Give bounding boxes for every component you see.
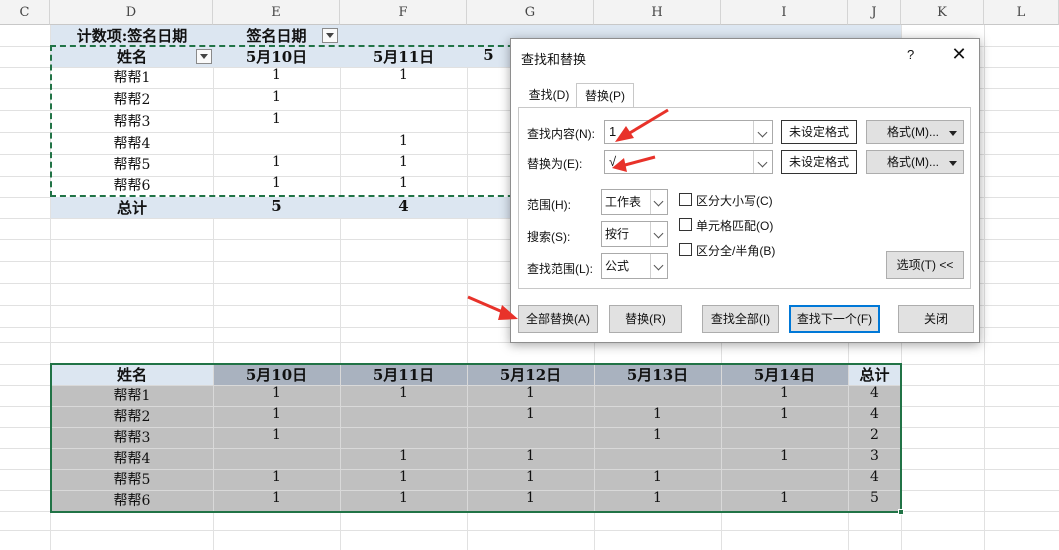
arrow-icon (467, 295, 506, 315)
annotation-arrows (467, 108, 669, 320)
arrow-icon (624, 155, 656, 167)
arrow-head-icon (498, 305, 518, 320)
arrow-head-icon (612, 158, 627, 172)
arrow-head-icon (615, 126, 634, 142)
arrow-icon (627, 108, 669, 136)
